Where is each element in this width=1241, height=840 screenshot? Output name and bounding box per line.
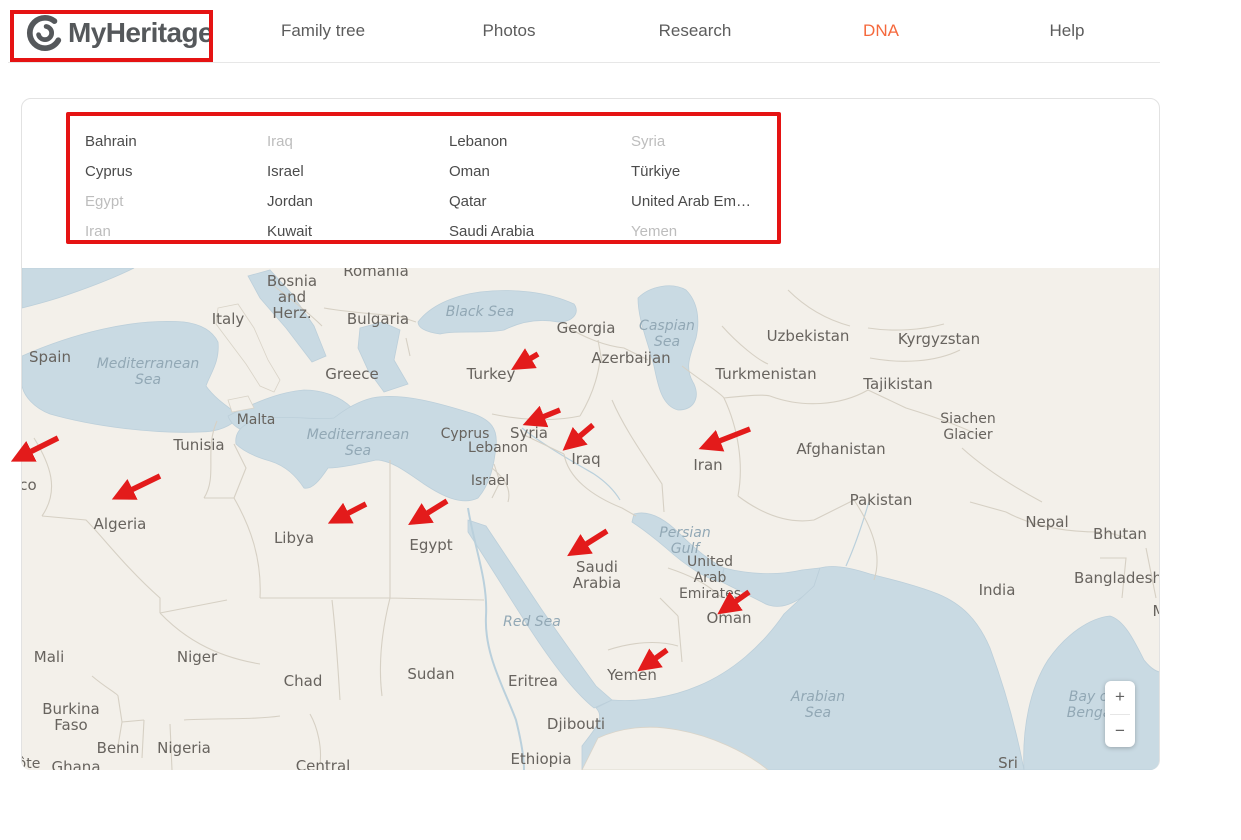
country-item[interactable]: Türkiye bbox=[631, 163, 813, 180]
map-label: Mali bbox=[34, 649, 64, 665]
country-item[interactable]: Egypt bbox=[85, 193, 267, 210]
map-label: Tunisia bbox=[173, 437, 224, 453]
map-label: Greece bbox=[325, 366, 378, 382]
map-label: Uzbekistan bbox=[767, 328, 850, 344]
map-label: Syria bbox=[510, 425, 548, 441]
map-label: Djibouti bbox=[547, 716, 605, 732]
middle-east-map[interactable]: Romania Bosnia and Herz. Italy Bulgaria Blac… bbox=[22, 268, 1159, 770]
map-label: Georgia bbox=[557, 320, 616, 336]
country-item[interactable]: Syria bbox=[631, 133, 813, 150]
map-label: Turkey bbox=[467, 366, 516, 382]
top-nav-bar: MyHeritage Family treePhotosResearchDNAH… bbox=[0, 0, 1241, 63]
map-label: Niger bbox=[177, 649, 217, 665]
map-label: Spain bbox=[29, 349, 71, 365]
map-label: Egypt bbox=[409, 537, 452, 553]
map-label: Kyrgyzstan bbox=[898, 331, 980, 347]
map-label: ôte bbox=[22, 756, 40, 770]
map-label: Chad bbox=[284, 673, 323, 689]
logo-text: MyHeritage bbox=[68, 17, 213, 49]
map-label: Algeria bbox=[94, 516, 147, 532]
map-label: Bangladesh bbox=[1074, 570, 1159, 586]
map-label: Ethiopia bbox=[510, 751, 571, 767]
zoom-in-button[interactable]: + bbox=[1105, 681, 1135, 714]
map-label: Sudan bbox=[407, 666, 454, 682]
map-label: Italy bbox=[212, 311, 245, 327]
map-label: Benin bbox=[97, 740, 140, 756]
map-label: Israel bbox=[471, 473, 509, 489]
map-label: co bbox=[22, 477, 37, 493]
map-label: Siachen Glacier bbox=[940, 411, 995, 443]
map-label: Mediterranean Sea bbox=[97, 356, 200, 388]
map-label: Ghana bbox=[51, 759, 100, 770]
country-item[interactable]: Israel bbox=[267, 163, 449, 180]
zoom-out-button[interactable]: − bbox=[1105, 715, 1135, 748]
map-zoom-control: + − bbox=[1105, 681, 1135, 747]
nav-item-research[interactable]: Research bbox=[602, 0, 788, 62]
map-label: Central bbox=[296, 758, 351, 770]
header-divider bbox=[8, 62, 1160, 63]
country-item[interactable]: United Arab Em… bbox=[631, 193, 813, 210]
country-item[interactable]: Oman bbox=[449, 163, 631, 180]
map-label: Turkmenistan bbox=[715, 366, 816, 382]
map-label: Cyprus bbox=[441, 426, 490, 442]
map-label: Bhutan bbox=[1093, 526, 1147, 542]
map-label: Red Sea bbox=[503, 614, 561, 630]
dna-ethnicity-card: Bahrain Cyprus Egypt Iran Iraq Israel Jordan Ku… bbox=[21, 98, 1160, 770]
map-label: Arabian Sea bbox=[791, 689, 845, 721]
map-label: Pakistan bbox=[850, 492, 913, 508]
country-item[interactable]: Qatar bbox=[449, 193, 631, 210]
nav-item-help[interactable]: Help bbox=[974, 0, 1160, 62]
country-item[interactable]: Kuwait bbox=[267, 223, 449, 240]
map-label: Nigeria bbox=[157, 740, 211, 756]
country-item[interactable]: Bahrain bbox=[85, 133, 267, 150]
country-item[interactable]: Iraq bbox=[267, 133, 449, 150]
map-label: Eritrea bbox=[508, 673, 558, 689]
map-label: Yemen bbox=[607, 667, 657, 683]
map-label: Bosnia and Herz. bbox=[267, 273, 317, 321]
map-label: Caspian Sea bbox=[639, 318, 695, 350]
country-item[interactable]: Lebanon bbox=[449, 133, 631, 150]
map-label: Black Sea bbox=[446, 304, 514, 320]
map-labels: Romania Bosnia and Herz. Italy Bulgaria Blac… bbox=[22, 268, 1159, 770]
map-label: Nepal bbox=[1025, 514, 1068, 530]
map-label: Tajikistan bbox=[863, 376, 932, 392]
map-label: Oman bbox=[706, 610, 751, 626]
map-label: Saudi Arabia bbox=[573, 559, 622, 591]
map-label: Sri bbox=[998, 755, 1018, 770]
map-label: India bbox=[979, 582, 1016, 598]
country-item[interactable]: Saudi Arabia bbox=[449, 223, 631, 240]
map-label: Lebanon bbox=[468, 440, 528, 456]
map-label: Bulgaria bbox=[347, 311, 409, 327]
main-nav: Family treePhotosResearchDNAHelp bbox=[230, 0, 1160, 62]
map-label: Burkina Faso bbox=[42, 701, 100, 733]
country-item[interactable]: Jordan bbox=[267, 193, 449, 210]
nav-item-family-tree[interactable]: Family tree bbox=[230, 0, 416, 62]
map-label: Persian Gulf bbox=[659, 525, 710, 557]
page: MyHeritage Family treePhotosResearchDNAH… bbox=[0, 0, 1241, 840]
myheritage-logo[interactable]: MyHeritage bbox=[26, 14, 213, 52]
map-label: Iran bbox=[693, 457, 722, 473]
map-label: Iraq bbox=[571, 451, 600, 467]
nav-item-dna[interactable]: DNA bbox=[788, 0, 974, 62]
map-label: Afghanistan bbox=[796, 441, 885, 457]
map-label: Mediterranean Sea bbox=[307, 427, 410, 459]
map-label: Romania bbox=[343, 268, 409, 279]
nav-item-photos[interactable]: Photos bbox=[416, 0, 602, 62]
country-list: Bahrain Cyprus Egypt Iran Iraq Israel Jordan Ku… bbox=[85, 126, 813, 246]
map-label: Azerbaijan bbox=[591, 350, 670, 366]
myheritage-logo-icon bbox=[26, 14, 64, 52]
map-label: Malta bbox=[237, 412, 276, 428]
country-item[interactable]: Yemen bbox=[631, 223, 813, 240]
map-label: Libya bbox=[274, 530, 314, 546]
country-item[interactable]: Cyprus bbox=[85, 163, 267, 180]
map-label: M bbox=[1153, 603, 1159, 619]
map-label: United Arab Emirates bbox=[679, 554, 741, 602]
country-item[interactable]: Iran bbox=[85, 223, 267, 240]
